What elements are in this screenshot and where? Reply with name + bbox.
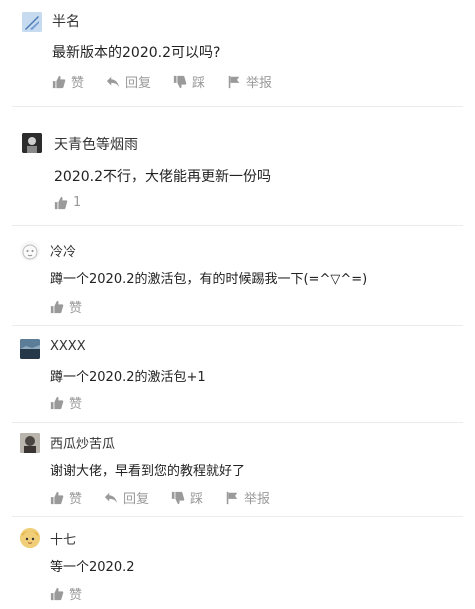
like-button[interactable]: 赞 xyxy=(50,393,82,412)
like-button[interactable]: 赞 xyxy=(50,488,82,507)
comment-text: 蹲一个2020.2的激活包+1 xyxy=(50,370,206,385)
thumbs-up-icon xyxy=(50,396,64,409)
flag-icon xyxy=(228,75,240,88)
report-label: 举报 xyxy=(246,76,273,91)
avatar[interactable] xyxy=(20,339,40,359)
comment-text: 最新版本的2020.2可以吗? xyxy=(52,45,221,61)
avatar[interactable] xyxy=(20,241,40,261)
comment-text: 等一个2020.2 xyxy=(50,560,135,575)
like-button[interactable]: 赞 xyxy=(50,297,82,316)
reply-button[interactable]: 回复 xyxy=(104,488,149,507)
thumbs-down-icon xyxy=(173,75,187,88)
comment-author[interactable]: 半名 xyxy=(52,11,80,31)
thumbs-up-icon xyxy=(52,75,66,88)
avatar[interactable] xyxy=(22,133,42,153)
like-button[interactable]: 赞 xyxy=(50,584,82,603)
thumbs-up-icon xyxy=(50,491,64,504)
avatar[interactable] xyxy=(20,433,40,453)
divider xyxy=(12,516,463,517)
avatar[interactable] xyxy=(22,12,42,32)
flag-icon xyxy=(226,491,238,504)
comment-text: 蹲一个2020.2的激活包，有的时候踢我一下(=^▽^=) xyxy=(50,272,368,287)
comment-author[interactable]: 天青色等烟雨 xyxy=(54,134,138,154)
comment-text: 谢谢大佬，早看到您的教程就好了 xyxy=(50,464,246,479)
report-label: 举报 xyxy=(244,492,271,507)
report-button[interactable]: 举报 xyxy=(225,488,270,507)
like-label: 赞 xyxy=(69,397,83,412)
reply-label: 回复 xyxy=(125,76,152,91)
divider xyxy=(12,106,463,107)
thumbs-up-icon xyxy=(50,300,64,313)
like-label: 赞 xyxy=(69,492,83,507)
comment-author[interactable]: 西瓜炒苦瓜 xyxy=(50,433,115,452)
comment-author[interactable]: 十七 xyxy=(50,529,76,548)
report-button[interactable]: 举报 xyxy=(227,72,272,91)
thumbs-up-icon xyxy=(54,196,68,209)
divider xyxy=(12,325,463,326)
like-label: 赞 xyxy=(69,301,83,316)
reply-icon xyxy=(106,76,120,87)
like-label: 赞 xyxy=(69,588,83,603)
thumbs-down-icon xyxy=(171,491,185,504)
like-button[interactable]: 赞 xyxy=(52,72,84,91)
dislike-button[interactable]: 踩 xyxy=(171,488,203,507)
avatar[interactable] xyxy=(20,528,40,548)
comment-author[interactable]: 冷冷 xyxy=(50,241,76,260)
divider xyxy=(12,422,463,423)
dislike-button[interactable]: 踩 xyxy=(173,72,205,91)
like-button[interactable]: 1 xyxy=(54,195,81,210)
dislike-label: 踩 xyxy=(192,76,206,91)
dislike-label: 踩 xyxy=(190,492,204,507)
reply-button[interactable]: 回复 xyxy=(106,72,151,91)
thumbs-up-icon xyxy=(50,587,64,600)
like-count: 1 xyxy=(73,195,82,210)
comment-author[interactable]: XXXX xyxy=(50,339,86,354)
reply-icon xyxy=(104,492,118,503)
reply-label: 回复 xyxy=(123,492,150,507)
like-label: 赞 xyxy=(71,76,85,91)
comment-text: 2020.2不行，大佬能再更新一份吗 xyxy=(54,169,271,185)
divider xyxy=(12,225,463,226)
